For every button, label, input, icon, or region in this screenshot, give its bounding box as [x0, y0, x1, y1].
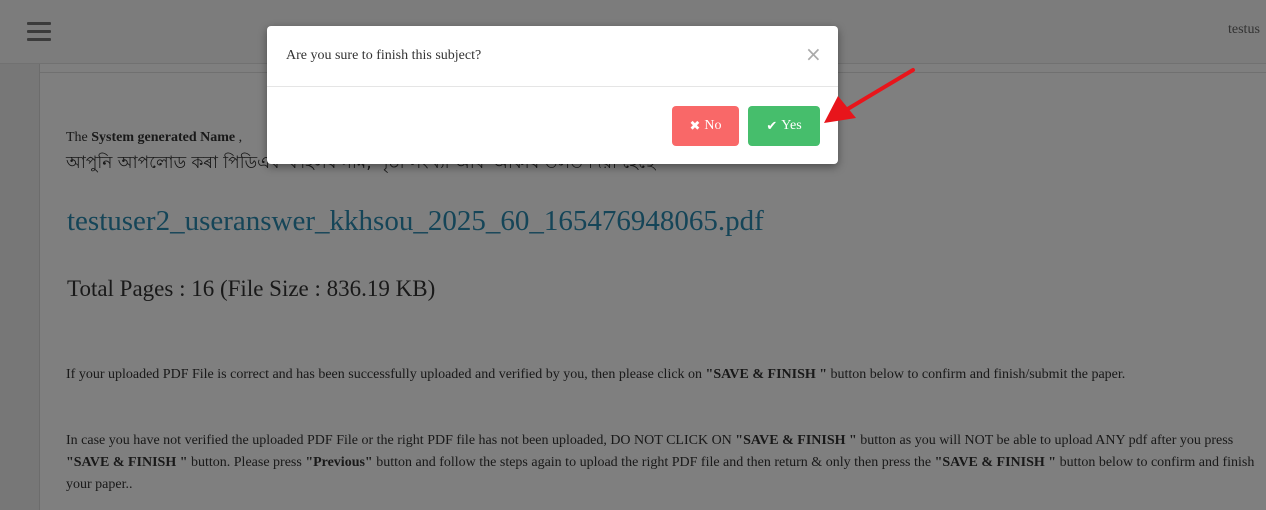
times-icon: ✖: [689, 118, 701, 134]
modal-header: Are you sure to finish this subject? ×: [267, 26, 838, 87]
modal-title: Are you sure to finish this subject?: [286, 48, 482, 63]
confirm-finish-dialog: Are you sure to finish this subject? × ✖…: [267, 26, 838, 164]
red-arrow-icon: [824, 68, 915, 123]
check-icon: ✔: [766, 118, 778, 134]
yes-button-label: Yes: [781, 118, 802, 133]
no-button-label: No: [704, 118, 722, 133]
no-button[interactable]: ✖ No: [672, 106, 739, 146]
